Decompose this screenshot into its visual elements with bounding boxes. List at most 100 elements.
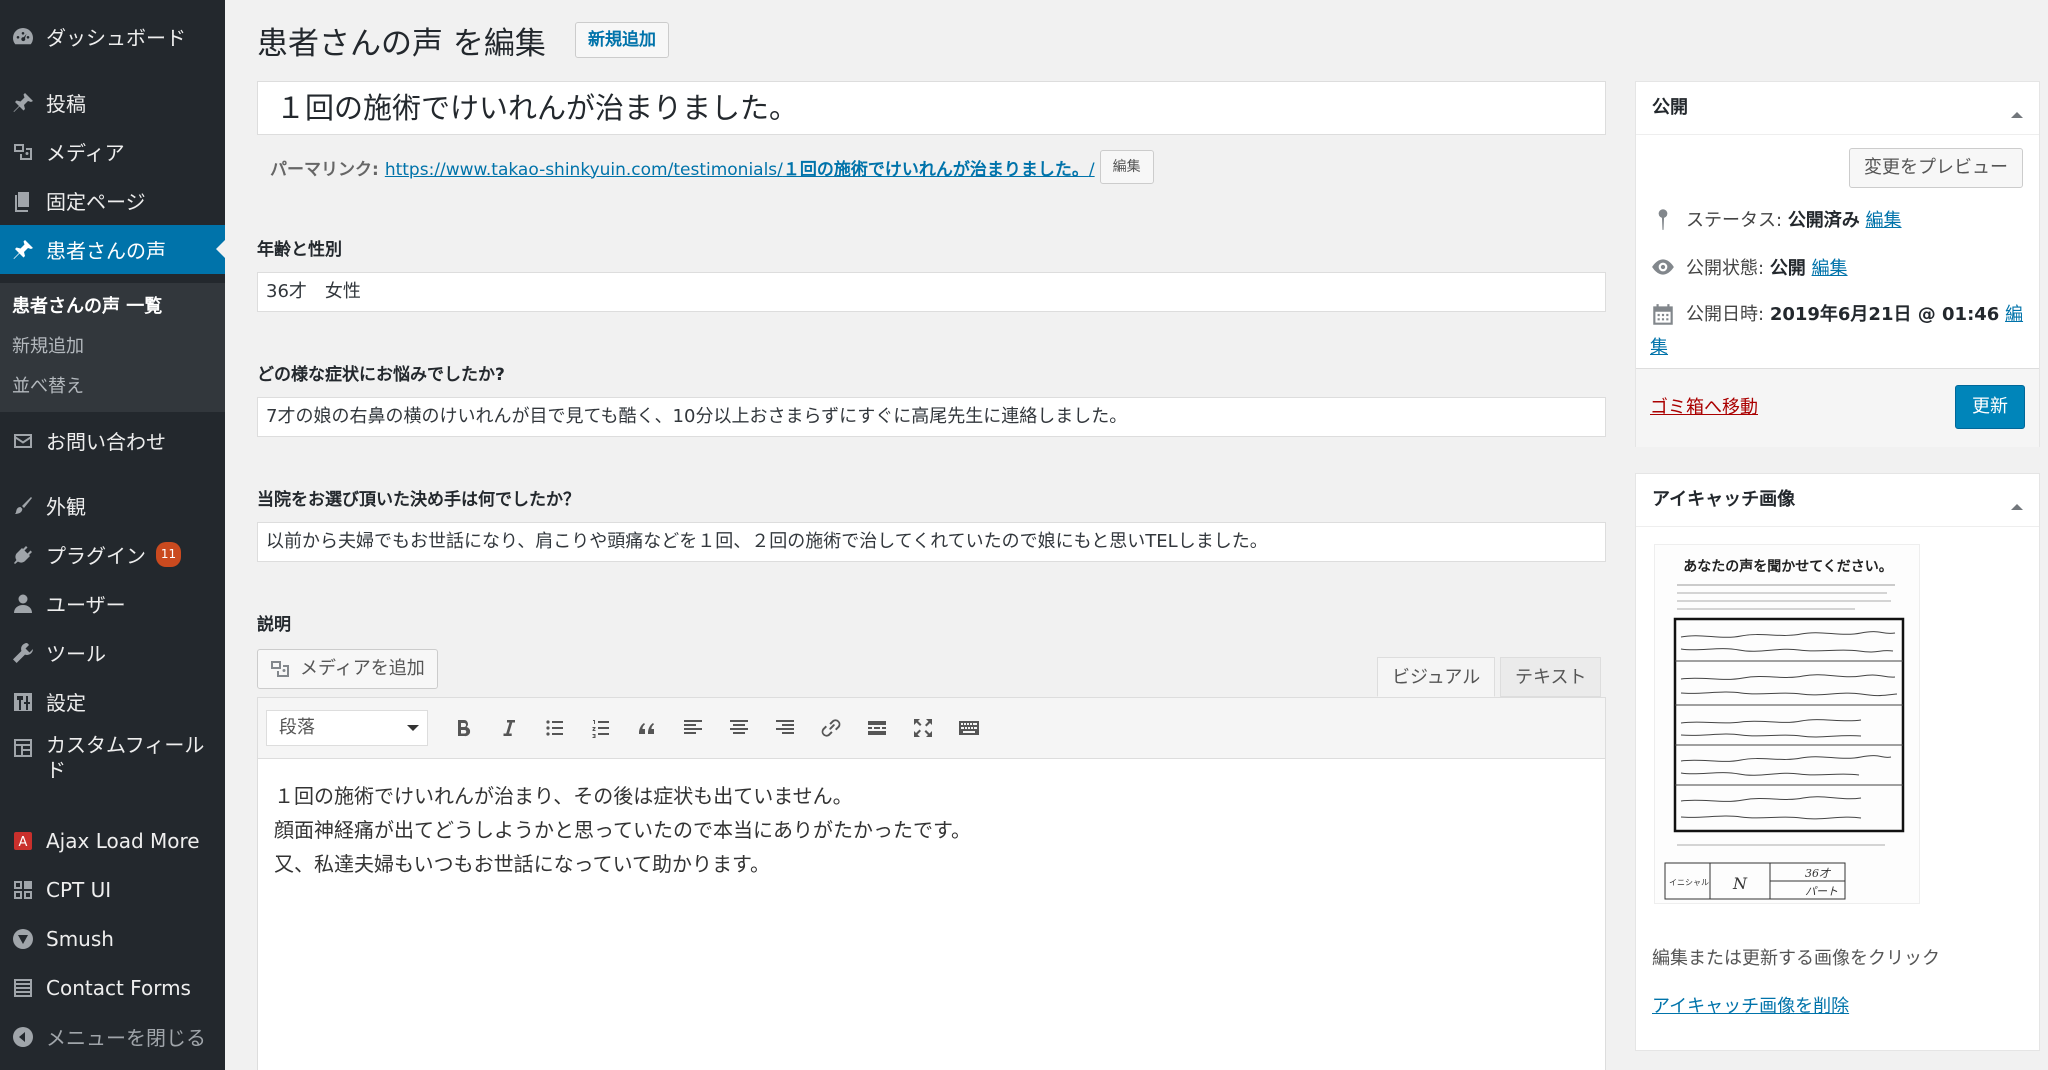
submenu-item-all-testimonials[interactable]: 患者さんの声 一覧 [12, 292, 162, 318]
post-title-input[interactable]: １回の施術でけいれんが治まりました。 [257, 81, 1606, 135]
edit-visibility-link[interactable]: 編集 [1812, 258, 1848, 279]
sidebar-item-settings[interactable]: 設定 [0, 677, 225, 726]
keyboard-icon [959, 721, 979, 735]
italic-button[interactable] [486, 708, 532, 748]
align-left-button[interactable] [670, 708, 716, 748]
align-right-button[interactable] [762, 708, 808, 748]
sidebar-item-label: Smush [46, 926, 114, 951]
visibility-value: 公開 [1769, 258, 1806, 279]
featured-image-header: アイキャッチ画像 [1636, 474, 2039, 527]
collapse-toggle-icon[interactable] [2011, 498, 2023, 510]
featured-image-caption: 編集または更新する画像をクリック [1652, 948, 1940, 969]
field-label-description: 説明 [257, 615, 291, 635]
featured-image-thumbnail[interactable]: あなたの声を聞かせてください。 イニシャル N 36才 パート [1654, 544, 1920, 904]
edit-date-link-head: 編 [2005, 304, 2024, 325]
editor-paragraph-line: 又、私達夫婦もいつもお世話になっていて助かります。 [274, 852, 770, 876]
format-select[interactable]: 段落 [266, 710, 428, 746]
field-label-deciding-factor: 当院をお選び頂いた決め手は何でしたか？ [257, 490, 580, 510]
add-new-button[interactable]: 新規追加 [575, 22, 669, 58]
sidebar-item-label: 設定 [46, 691, 86, 715]
sidebar-item-smush[interactable]: Smush [0, 914, 225, 963]
permalink-row: パーマリンク: https://www.takao-shinkyuin.com/… [270, 150, 1154, 184]
sidebar-item-media[interactable]: メディア [0, 127, 225, 176]
smush-icon [0, 927, 46, 951]
preview-changes-button[interactable]: 変更をプレビュー [1849, 148, 2023, 188]
edit-slug-button[interactable]: 編集 [1099, 150, 1154, 184]
toolbar-toggle-button[interactable] [946, 708, 992, 748]
tab-text[interactable]: テキスト [1500, 657, 1602, 697]
page-icon [0, 189, 46, 213]
sidebar-item-pages[interactable]: 固定ページ [0, 176, 225, 225]
pin-icon [0, 238, 46, 262]
read-more-button[interactable] [854, 708, 900, 748]
cpt-ui-icon [0, 878, 46, 902]
sidebar-item-label: ユーザー [46, 593, 126, 617]
symptoms-input[interactable]: 7才の娘の右鼻の横のけいれんが目で見ても酷く、10分以上おさまらずにすぐに高尾先… [257, 397, 1606, 437]
sidebar-item-contact-forms[interactable]: Contact Forms [0, 963, 225, 1012]
sidebar-item-label: お問い合わせ [46, 430, 166, 454]
custom-fields-icon [0, 726, 46, 760]
permalink-link[interactable]: https://www.takao-shinkyuin.com/testimon… [385, 155, 1095, 180]
sidebar-item-dashboard[interactable]: ダッシュボード [0, 12, 225, 61]
date-label: 公開日時: [1686, 304, 1765, 325]
scan-heading: あなたの声を聞かせてください。 [1683, 558, 1893, 575]
sidebar-item-tools[interactable]: ツール [0, 628, 225, 677]
editor-paragraph-line: １回の施術でけいれんが治まり、その後は症状も出ていません。 [274, 784, 853, 808]
field-label-symptoms: どの様な症状にお悩みでしたか? [257, 365, 505, 385]
tab-visual[interactable]: ビジュアル [1377, 657, 1496, 697]
edit-date-link[interactable]: 編 [2005, 304, 2023, 325]
deciding-factor-input[interactable]: 以前から夫婦でもお世話になり、肩こりや頭痛などを１回、２回の施術で治してくれてい… [257, 522, 1606, 562]
permalink-base: https://www.takao-shinkyuin.com/testimon… [384, 159, 783, 180]
insert-link-button[interactable] [808, 708, 854, 748]
editor-content[interactable]: １回の施術でけいれんが治まり、その後は症状も出ていません。 顔面神経痛が出てどう… [257, 759, 1606, 1070]
remove-featured-image-link[interactable]: アイキャッチ画像を削除 [1652, 992, 1849, 1018]
update-button[interactable]: 更新 [1955, 385, 2025, 429]
move-to-trash-link[interactable]: ゴミ箱へ移動 [1650, 393, 1758, 419]
read-more-icon [868, 721, 886, 735]
sidebar-item-plugins[interactable]: プラグイン 11 [0, 530, 225, 579]
publish-box-title: 公開 [1652, 97, 1688, 118]
sidebar-item-ajax-load-more[interactable]: A Ajax Load More [0, 816, 225, 865]
bulleted-list-button[interactable] [532, 708, 578, 748]
add-media-button[interactable]: メディアを追加 [257, 649, 438, 689]
blockquote-button[interactable] [624, 708, 670, 748]
visibility-row: 公開状態: 公開 編集 [1650, 254, 1848, 280]
sidebar-item-label: Contact Forms [46, 975, 191, 1000]
numbered-list-button[interactable] [578, 708, 624, 748]
align-center-button[interactable] [716, 708, 762, 748]
sidebar-item-cpt-ui[interactable]: CPT UI [0, 865, 225, 914]
edit-status-link[interactable]: 編集 [1866, 210, 1902, 231]
bold-button[interactable] [440, 708, 486, 748]
fullscreen-button[interactable] [900, 708, 946, 748]
submenu-item-reorder[interactable]: 並べ替え [12, 372, 84, 398]
sidebar-item-users[interactable]: ユーザー [0, 579, 225, 628]
sidebar-item-posts[interactable]: 投稿 [0, 78, 225, 127]
pin-icon [1658, 209, 1668, 230]
edit-date-link-continuation[interactable]: 集 [1650, 333, 1668, 363]
sidebar-item-appearance[interactable]: 外観 [0, 481, 225, 530]
permalink-label: パーマリンク: [270, 159, 379, 180]
sidebar-item-contact[interactable]: お問い合わせ [0, 416, 225, 465]
sidebar-item-testimonials[interactable]: 患者さんの声 [0, 225, 225, 274]
wrench-icon [0, 641, 46, 665]
numbered-list-icon [592, 720, 609, 738]
align-right-icon [776, 720, 794, 734]
contact-forms-icon [0, 976, 46, 1000]
dashboard-icon [0, 25, 46, 49]
sidebar-item-label: プラグイン [46, 544, 146, 568]
sidebar-item-custom-fields[interactable]: カスタムフィールド [0, 726, 225, 792]
align-left-icon [684, 720, 702, 734]
collapse-menu-button[interactable]: メニューを閉じる [0, 1012, 225, 1061]
fullscreen-icon [914, 719, 932, 737]
collapse-icon [0, 1025, 46, 1049]
sidebar-item-label: 固定ページ [46, 190, 146, 214]
sidebar-item-label: メディア [46, 141, 125, 165]
collapse-toggle-icon[interactable] [2011, 106, 2023, 118]
permalink-slug: １回の施術でけいれんが治まりました。 [782, 159, 1089, 180]
plugin-icon [0, 543, 46, 567]
plugin-update-count-badge: 11 [156, 542, 181, 567]
link-icon [821, 719, 841, 737]
age-gender-input[interactable]: 36才 女性 [257, 272, 1606, 312]
publish-date-row: 公開日時: 2019年6月21日 @ 01:46 編 [1650, 302, 2030, 330]
submenu-item-add-new[interactable]: 新規追加 [12, 332, 84, 358]
